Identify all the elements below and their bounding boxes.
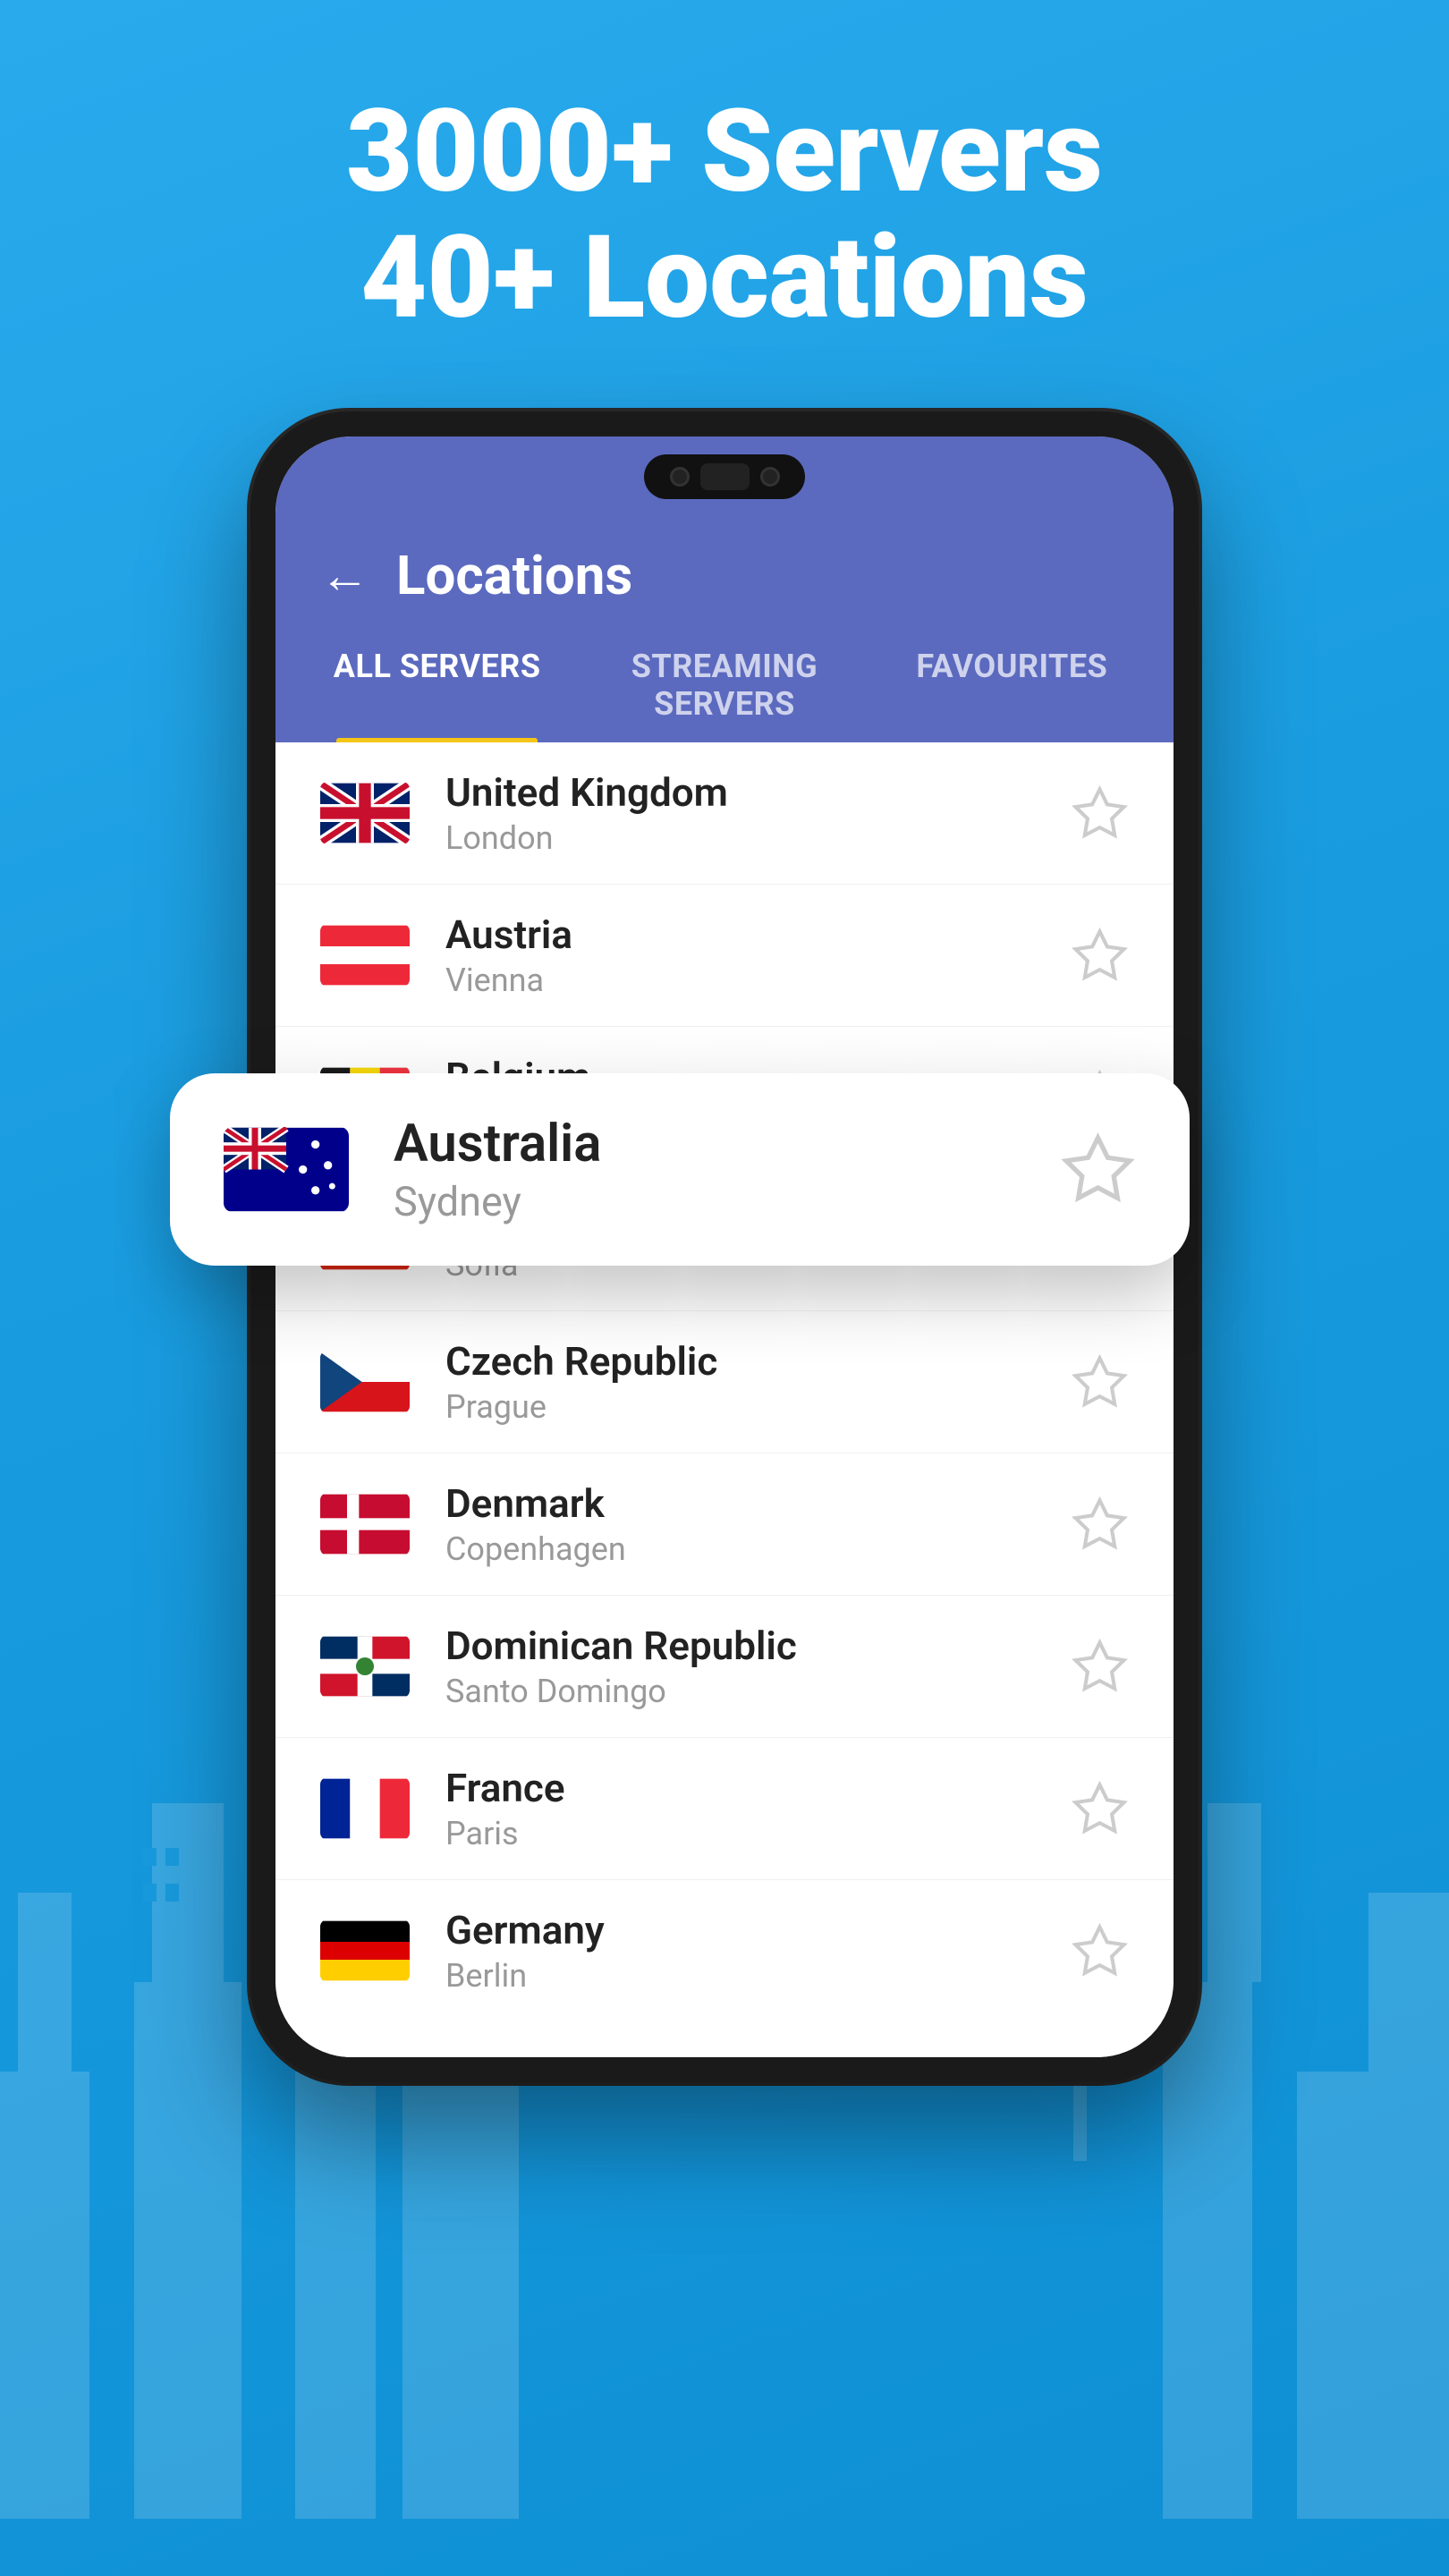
country-info-uk: United Kingdom London [445,769,1071,857]
favourite-star-uk[interactable] [1071,784,1129,843]
favourite-star-germany[interactable] [1071,1922,1129,1980]
country-info-denmark: Denmark Copenhagen [445,1480,1071,1568]
country-info-austria: Austria Vienna [445,911,1071,999]
hero-line1: 3000+ Servers [0,89,1449,216]
favourite-star-denmark[interactable] [1071,1496,1129,1554]
camera-dot-2 [760,467,780,487]
city-name-germany: Berlin [445,1957,1071,1995]
country-info-germany: Germany Berlin [445,1907,1071,1995]
favourite-star-austria[interactable] [1071,927,1129,985]
phone-notch-bar [275,436,1174,517]
city-name-uk: London [445,819,1071,857]
country-name-france: France [445,1765,1071,1811]
city-name-austria: Vienna [445,962,1071,999]
app-title: Locations [396,544,632,607]
flag-germany [320,1919,410,1982]
country-info-czech: Czech Republic Prague [445,1338,1071,1426]
favourite-star-australia[interactable] [1060,1131,1136,1208]
flag-dominican [320,1635,410,1698]
flag-france [320,1777,410,1840]
favourite-star-czech[interactable] [1071,1353,1129,1411]
country-info-dominican: Dominican Republic Santo Domingo [445,1623,1071,1710]
country-name-austria: Austria [445,911,1071,958]
tabs-bar: ALL SERVERS STREAMING SERVERS FAVOURITES [275,607,1174,742]
tab-streaming-servers[interactable]: STREAMING SERVERS [580,625,868,742]
phone-wrapper: ← Locations ALL SERVERS STREAMING SERVER… [250,411,1199,2082]
flag-denmark [320,1493,410,1555]
city-name-czech: Prague [445,1388,1071,1426]
list-item-uk[interactable]: United Kingdom London [275,742,1174,885]
camera-dot [670,467,690,487]
country-name-uk: United Kingdom [445,769,1071,816]
flag-austria [320,924,410,987]
list-item-germany[interactable]: Germany Berlin [275,1880,1174,2057]
phone-camera [644,454,805,499]
camera-lens [700,463,750,490]
list-item-denmark[interactable]: Denmark Copenhagen [275,1453,1174,1596]
favourite-star-france[interactable] [1071,1780,1129,1838]
list-item-dominican[interactable]: Dominican Republic Santo Domingo [275,1596,1174,1738]
list-item-austria[interactable]: Austria Vienna [275,885,1174,1027]
favourite-star-dominican[interactable] [1071,1638,1129,1696]
app-header: ← Locations [275,517,1174,607]
city-name-dominican: Santo Domingo [445,1673,1071,1710]
country-info-france: France Paris [445,1765,1071,1852]
flag-australia [224,1127,349,1212]
tab-all-servers[interactable]: ALL SERVERS [293,625,580,742]
location-list: United Kingdom London [275,742,1174,2057]
country-name-denmark: Denmark [445,1480,1071,1527]
hero-line2: 40+ Locations [0,216,1449,342]
back-button[interactable]: ← [320,547,369,605]
city-name-australia: Sydney [394,1178,1060,1225]
country-name-australia: Australia [394,1114,1060,1174]
list-item-france[interactable]: France Paris [275,1738,1174,1880]
country-name-dominican: Dominican Republic [445,1623,1071,1669]
australia-featured-card[interactable]: Australia Sydney [170,1073,1190,1266]
tab-favourites[interactable]: FAVOURITES [869,625,1156,742]
country-info-australia: Australia Sydney [394,1114,1060,1225]
list-item-czech[interactable]: Czech Republic Prague [275,1311,1174,1453]
city-name-denmark: Copenhagen [445,1530,1071,1568]
country-name-germany: Germany [445,1907,1071,1953]
flag-czech [320,1351,410,1413]
city-name-france: Paris [445,1815,1071,1852]
hero-section: 3000+ Servers 40+ Locations [0,0,1449,413]
flag-uk [320,782,410,844]
country-name-czech: Czech Republic [445,1338,1071,1385]
